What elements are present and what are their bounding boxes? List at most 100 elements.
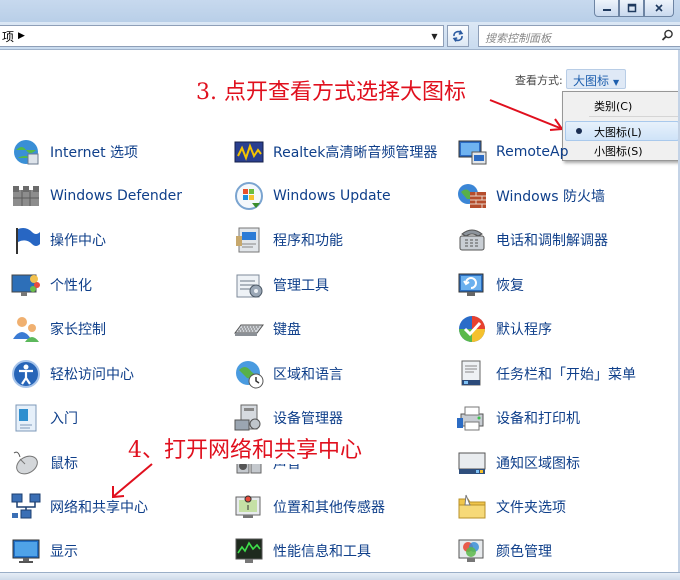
annotation-arrow-icon — [489, 99, 564, 131]
color-management-icon — [458, 539, 484, 562]
maximize-icon — [627, 3, 636, 13]
item-label: 默认程序 — [496, 322, 552, 338]
menu-item-label: 大图标(L) — [594, 126, 642, 139]
view-by-value: 大图标 — [573, 74, 610, 88]
cp-item-programs[interactable]: 程序和功能 — [233, 220, 343, 260]
cp-item-display[interactable]: 显示 — [10, 531, 78, 571]
item-label: 管理工具 — [273, 278, 329, 294]
cp-item-admin-tools[interactable]: 管理工具 — [233, 265, 329, 305]
cp-item-default-programs[interactable]: 默认程序 — [456, 309, 552, 349]
item-label: Internet 选项 — [50, 145, 139, 161]
cp-item-action-center[interactable]: 操作中心 — [10, 220, 106, 260]
windows-update-icon — [235, 182, 263, 210]
taskbar-icon — [461, 360, 481, 386]
cp-item-mouse[interactable]: 鼠标 — [10, 443, 78, 483]
firewall-icon — [458, 184, 486, 208]
item-label: RemoteAp — [496, 144, 569, 160]
breadcrumb-arrow-icon[interactable]: ▶ — [18, 31, 25, 41]
cp-item-firewall[interactable]: Windows 防火墙 — [456, 176, 605, 216]
item-label: 恢复 — [496, 278, 524, 294]
item-label: 通知区域图标 — [496, 456, 580, 472]
search-icon[interactable] — [661, 29, 674, 42]
item-label: Windows Update — [273, 188, 391, 204]
cp-item-performance[interactable]: 性能信息和工具 — [233, 531, 371, 571]
menu-item-category[interactable]: 类别(C) — [565, 95, 679, 115]
cp-item-color-management[interactable]: 颜色管理 — [456, 531, 552, 571]
item-label: 颜色管理 — [496, 544, 552, 560]
window-controls — [594, 0, 674, 17]
cp-item-region-language[interactable]: 区域和语言 — [233, 354, 343, 394]
item-label: 操作中心 — [50, 233, 106, 249]
cp-item-recovery[interactable]: 恢复 — [456, 265, 524, 305]
internet-options-icon — [14, 140, 39, 165]
view-menu: 类别(C) 大图标(L) 小图标(S) — [562, 91, 680, 161]
cp-item-keyboard[interactable]: 键盘 — [233, 309, 301, 349]
item-label: 家长控制 — [50, 322, 106, 338]
cp-item-realtek-audio[interactable]: Realtek高清晰音频管理器 — [233, 132, 437, 172]
address-dropdown-icon[interactable]: ▼ — [427, 27, 442, 45]
programs-icon — [236, 227, 260, 253]
performance-icon — [235, 538, 263, 563]
item-label: 性能信息和工具 — [273, 544, 371, 560]
cp-item-location-sensors[interactable]: 位置和其他传感器 — [233, 487, 385, 527]
ease-of-access-icon — [12, 360, 40, 388]
refresh-button[interactable] — [447, 25, 469, 47]
default-programs-icon — [459, 316, 485, 342]
close-button[interactable] — [644, 0, 674, 17]
view-by-label: 查看方式: — [515, 74, 563, 87]
radio-dot-icon — [576, 128, 582, 134]
menu-separator — [589, 116, 679, 117]
realtek-audio-icon — [234, 141, 264, 163]
cp-item-remoteapp[interactable]: RemoteAp — [456, 132, 568, 172]
keyboard-icon — [234, 324, 264, 336]
search-input[interactable]: 搜索控制面板 — [478, 25, 680, 47]
cp-item-parental-controls[interactable]: 家长控制 — [10, 309, 106, 349]
device-manager-icon — [234, 404, 261, 431]
title-bar — [0, 0, 680, 22]
remoteapp-icon — [458, 140, 487, 165]
item-label: 文件夹选项 — [496, 500, 566, 516]
cp-item-windows-update[interactable]: Windows Update — [233, 176, 391, 216]
menu-item-large-icons[interactable]: 大图标(L) — [565, 121, 679, 141]
menu-item-small-icons[interactable]: 小图标(S) — [565, 140, 679, 160]
notification-icons-icon — [458, 452, 486, 474]
folder-options-icon — [458, 494, 486, 519]
minimize-icon — [602, 9, 611, 11]
item-label: Realtek高清晰音频管理器 — [273, 145, 438, 161]
close-icon — [655, 4, 663, 12]
annotation-arrow-icon — [112, 463, 153, 499]
minimize-button[interactable] — [594, 0, 619, 17]
item-label: 电话和调制解调器 — [496, 233, 608, 249]
cp-item-folder-options[interactable]: 文件夹选项 — [456, 487, 566, 527]
item-label: Windows 防火墙 — [496, 189, 605, 205]
item-label: 入门 — [50, 411, 78, 427]
cp-item-phone-modem[interactable]: 电话和调制解调器 — [456, 220, 608, 260]
menu-item-label: 小图标(S) — [594, 145, 643, 158]
item-label: 显示 — [50, 544, 78, 560]
item-label: 程序和功能 — [273, 233, 343, 249]
windows-defender-icon — [13, 186, 39, 206]
search-placeholder: 搜索控制面板 — [485, 32, 551, 45]
cp-item-personalization[interactable]: 个性化 — [10, 265, 92, 305]
region-language-icon — [236, 361, 264, 389]
item-label: 任务栏和「开始」菜单 — [496, 367, 636, 383]
location-sensors-icon — [235, 495, 261, 518]
display-icon — [12, 539, 40, 563]
cp-item-windows-defender[interactable]: Windows Defender — [10, 176, 182, 216]
cp-item-internet-options[interactable]: Internet 选项 — [10, 132, 138, 172]
cp-item-taskbar[interactable]: 任务栏和「开始」菜单 — [456, 354, 636, 394]
cp-item-getting-started[interactable]: 入门 — [10, 398, 78, 438]
maximize-button[interactable] — [619, 0, 644, 17]
view-by-dropdown[interactable]: 大图标 ▼ — [566, 69, 627, 89]
address-text: 项 — [2, 29, 15, 44]
annotation-step-4: 4、打开网络和共享中心 — [122, 432, 368, 464]
menu-item-label: 类别(C) — [594, 100, 633, 113]
item-label: 设备和打印机 — [496, 411, 580, 427]
cp-item-devices-printers[interactable]: 设备和打印机 — [456, 398, 580, 438]
action-center-flag-icon — [16, 228, 40, 254]
mouse-icon — [13, 451, 38, 475]
cp-item-ease-of-access[interactable]: 轻松访问中心 — [10, 354, 134, 394]
address-bar[interactable]: 项 ▶ ▼ — [0, 25, 444, 47]
cp-item-notification-icons[interactable]: 通知区域图标 — [456, 443, 580, 483]
item-label: 个性化 — [50, 278, 92, 294]
